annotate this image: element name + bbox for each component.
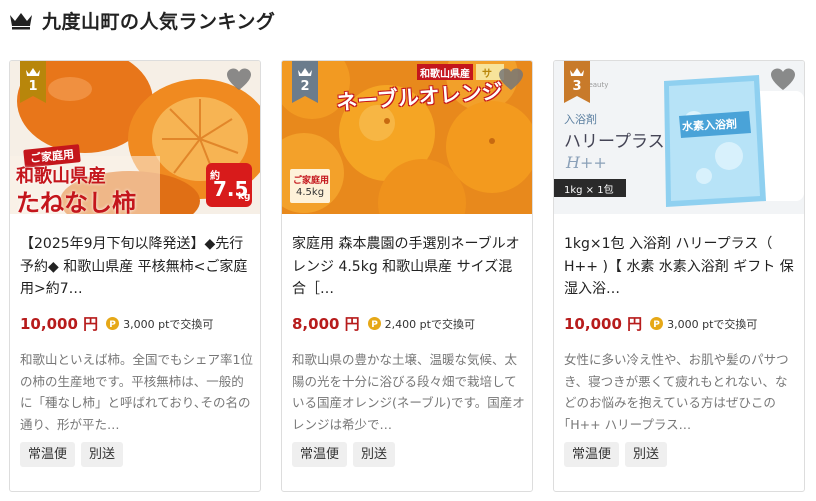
rank-badge: 1: [20, 61, 46, 103]
tag-shipping: 常温便: [20, 442, 76, 467]
product-description: 女性に多い冷え性や、お肌や髪のパサつき、寝つきが悪くて疲れもとれない、などのお悩…: [564, 352, 789, 432]
points: 2,400 ptで交換可: [384, 317, 475, 331]
rank-number: 2: [300, 79, 310, 94]
image-line2: たねなし柿: [16, 189, 136, 214]
tag-list: 常温便 別送: [292, 442, 396, 467]
points: 3,000 ptで交換可: [123, 317, 214, 331]
tag-separate: 別送: [81, 442, 124, 467]
points: 3,000 ptで交換可: [667, 317, 758, 331]
price: 10,000 円: [564, 315, 643, 333]
image-category: 入浴剤: [564, 113, 597, 126]
favorite-heart-icon[interactable]: [498, 67, 524, 93]
ranking-card[interactable]: 和歌山県産 サ ネーブルオレンジ ご家庭用 4.5kg 2 家庭用 森本農園の手…: [281, 60, 533, 492]
product-image[interactable]: beauty 入浴剤 ハリープラス H++ 1kg × 1包 水素入浴剤: [554, 61, 804, 214]
price-row: 8,000 円 P 2,400 ptで交換可: [292, 313, 475, 334]
tag-list: 常温便 別送: [564, 442, 668, 467]
crown-icon: [10, 13, 32, 30]
image-label: ご家庭用: [293, 176, 330, 186]
tag-separate: 別送: [625, 442, 668, 467]
image-weight-unit: kg: [238, 192, 251, 202]
price: 8,000 円: [292, 315, 360, 333]
section-title: 九度山町の人気ランキング: [42, 10, 276, 33]
price-row: 10,000 円 P 3,000 ptで交換可: [20, 313, 213, 334]
product-title[interactable]: 【2025年9月下旬以降発送】◆先行予約◆ 和歌山県産 平核無柿<ご家庭用>約7…: [20, 233, 254, 301]
price: 10,000 円: [20, 315, 99, 333]
image-size: 1kg × 1包: [564, 185, 614, 196]
image-pack: 水素入浴剤: [681, 117, 738, 134]
product-image[interactable]: 和歌山県産 サ ネーブルオレンジ ご家庭用 4.5kg: [282, 61, 532, 214]
ranking-card[interactable]: ご家庭用 和歌山県産 たねなし柿 約 7.5 kg 1 【2025年9月下旬以降…: [9, 60, 261, 492]
product-description: 和歌山といえば柿。全国でもシェア率1位の柿の生産地です。平核無柿は、一般的に「種…: [20, 352, 253, 432]
image-weight: 4.5kg: [296, 187, 325, 198]
price-row: 10,000 円 P 3,000 ptで交換可: [564, 313, 757, 334]
rank-number: 3: [572, 79, 582, 94]
point-coin-icon: P: [106, 317, 120, 330]
ranking-card[interactable]: beauty 入浴剤 ハリープラス H++ 1kg × 1包 水素入浴剤 3 1…: [553, 60, 805, 492]
image-product: ハリープラス: [564, 132, 665, 152]
tag-separate: 別送: [353, 442, 396, 467]
rank-badge: 2: [292, 61, 318, 103]
svg-text:P: P: [109, 320, 116, 330]
tag-shipping: 常温便: [564, 442, 620, 467]
product-description: 和歌山県の豊かな土壌、温暖な気候、太陽の光を十分に浴びる段々畑で栽培している国産…: [292, 352, 525, 432]
section-header: 九度山町の人気ランキング: [8, 6, 275, 34]
product-title[interactable]: 家庭用 森本農園の手選別ネーブルオレンジ 4.5kg 和歌山県産 サイズ混合［…: [292, 233, 526, 301]
point-coin-icon: P: [650, 317, 664, 330]
favorite-heart-icon[interactable]: [226, 67, 252, 93]
rank-number: 1: [28, 79, 38, 94]
tag-list: 常温便 別送: [20, 442, 124, 467]
product-image[interactable]: ご家庭用 和歌山県産 たねなし柿 約 7.5 kg: [10, 61, 260, 214]
rank-badge: 3: [564, 61, 590, 103]
product-title[interactable]: 1kg×1包 入浴剤 ハリープラス（ H++ )【 水素 水素入浴剤 ギフト 保…: [564, 233, 798, 301]
image-logo: H++: [566, 153, 607, 172]
tag-shipping: 常温便: [292, 442, 348, 467]
favorite-heart-icon[interactable]: [770, 67, 796, 93]
svg-text:P: P: [653, 320, 660, 330]
svg-text:P: P: [371, 320, 378, 330]
point-coin-icon: P: [367, 317, 381, 330]
